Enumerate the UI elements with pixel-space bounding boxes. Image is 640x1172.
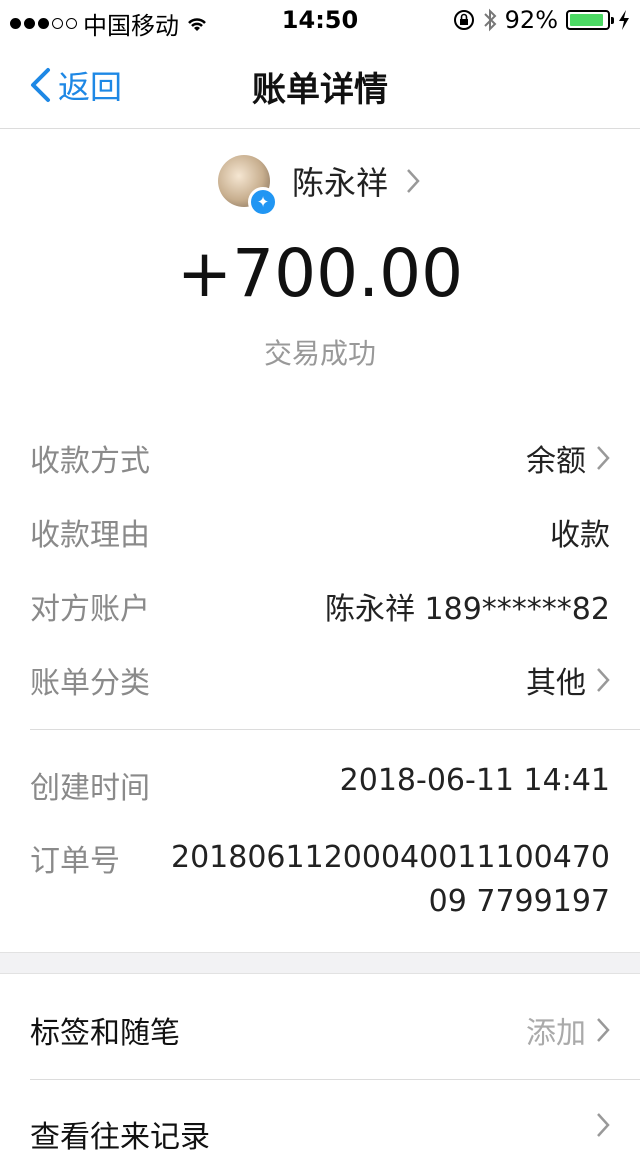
profile-name: 陈永祥 <box>292 164 389 202</box>
detail-value: 余额 <box>526 436 610 480</box>
detail-value: 收款 <box>550 510 610 554</box>
add-label: 添加 <box>526 1016 586 1051</box>
category-value: 其他 <box>526 666 586 701</box>
page-title: 账单详情 <box>252 70 388 110</box>
chevron-right-icon <box>407 169 420 193</box>
status-bar: 中国移动 14:50 92% <box>0 0 640 40</box>
detail-row-created-time: 创建时间 2018-06-11 14:41 <box>30 763 610 823</box>
detail-label: 账单分类 <box>30 666 150 701</box>
charging-icon <box>619 10 629 30</box>
detail-value: 其他 <box>526 658 610 702</box>
avatar: ✦ <box>218 155 278 217</box>
history-item[interactable]: 查看往来记录 <box>30 1112 610 1172</box>
bluetooth-icon <box>483 8 497 32</box>
battery-percent: 92% <box>504 6 558 34</box>
detail-label: 收款方式 <box>30 444 150 479</box>
transaction-amount: +700.00 <box>176 235 464 312</box>
detail-label: 创建时间 <box>30 771 150 806</box>
detail-label: 订单号 <box>30 844 120 879</box>
verified-badge-icon: ✦ <box>248 187 278 217</box>
divider <box>30 1079 640 1080</box>
reason-value: 收款 <box>550 518 610 553</box>
list-item-value <box>586 1112 610 1138</box>
detail-label: 对方账户 <box>30 592 150 627</box>
chevron-right-icon <box>597 1113 610 1137</box>
detail-row-payment-method[interactable]: 收款方式 余额 <box>30 436 610 496</box>
nav-bar: 返回 账单详情 <box>0 40 640 129</box>
order-number-value: 2018061120004001110047009 7799197 <box>171 840 610 919</box>
detail-row-order-number: 订单号 2018061120004001110047009 7799197 <box>30 836 610 926</box>
divider <box>30 729 640 730</box>
detail-row-reason: 收款理由 收款 <box>30 510 610 570</box>
list-item-label: 查看往来记录 <box>30 1120 210 1155</box>
detail-label: 收款理由 <box>30 518 150 553</box>
list-item-value: 添加 <box>526 1008 610 1052</box>
section-separator <box>0 952 640 974</box>
chevron-right-icon <box>597 1018 610 1042</box>
battery-level <box>570 14 604 26</box>
profile-link[interactable]: ✦ 陈永祥 <box>218 155 420 217</box>
detail-row-category[interactable]: 账单分类 其他 <box>30 658 610 718</box>
rotation-lock-icon <box>453 10 474 30</box>
counterparty-profile: ✦ 陈永祥 <box>0 155 640 217</box>
battery-icon <box>566 10 614 30</box>
account-value: 陈永祥 189******82 <box>325 592 610 627</box>
transaction-status: 交易成功 <box>263 337 376 370</box>
created-time-value: 2018-06-11 14:41 <box>339 763 610 798</box>
chevron-right-icon <box>597 446 610 470</box>
chevron-right-icon <box>597 668 610 692</box>
payment-method-value: 余额 <box>526 444 586 479</box>
detail-row-account: 对方账户 陈永祥 189******82 <box>30 584 610 644</box>
tags-notes-item[interactable]: 标签和随笔 添加 <box>30 1008 610 1068</box>
list-item-label: 标签和随笔 <box>30 1016 180 1051</box>
status-right: 92% <box>453 6 630 34</box>
detail-value: 陈永祥 189******82 <box>325 584 610 628</box>
